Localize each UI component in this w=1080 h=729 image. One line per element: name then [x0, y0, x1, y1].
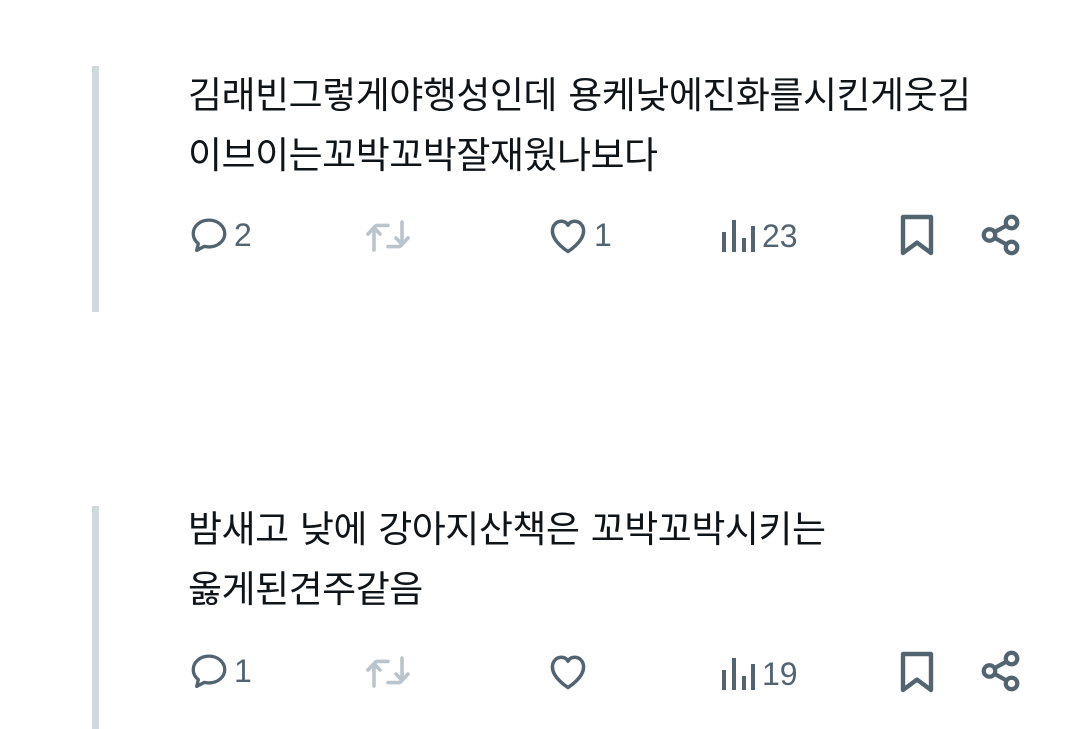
views-button[interactable]: 23: [718, 216, 798, 256]
bar-chart-icon: [722, 220, 755, 252]
post-text-line: 옳게된견주같음: [188, 568, 423, 611]
like-button[interactable]: [546, 650, 594, 692]
like-count: 1: [594, 216, 612, 253]
share-icon: [981, 214, 1020, 256]
reply-count: 2: [234, 216, 252, 253]
post[interactable]: 김래빈그렇게야행성인데 용케낮에진화를시킨게웃김 이브이는꼬박꼬박잘재웠나보다 …: [0, 0, 1080, 330]
bar-chart-icon: [722, 658, 755, 690]
reply-button[interactable]: 2: [188, 214, 252, 256]
speech-bubble-icon: [191, 654, 227, 689]
post-text-line: 이브이는꼬박꼬박잘재웠나보다: [188, 134, 658, 177]
bookmark-button[interactable]: [897, 212, 937, 258]
bookmark-button[interactable]: [897, 649, 937, 695]
speech-bubble-icon: [191, 218, 227, 253]
reply-button[interactable]: 1: [188, 650, 252, 692]
reply-count: 1: [234, 652, 252, 689]
heart-icon: [550, 219, 586, 254]
views-button[interactable]: 19: [718, 654, 798, 694]
repost-button[interactable]: [364, 652, 416, 692]
share-button[interactable]: [978, 212, 1024, 258]
post-text: 김래빈그렇게야행성인데 용케낮에진화를시킨게웃김 이브이는꼬박꼬박잘재웠나보다: [188, 66, 1048, 186]
view-count: 23: [762, 217, 798, 254]
like-button[interactable]: 1: [546, 214, 612, 256]
repost-arrows-icon: [366, 656, 410, 688]
bookmark-icon: [900, 214, 934, 256]
share-button[interactable]: [978, 648, 1024, 694]
heart-icon: [550, 655, 586, 690]
repost-button[interactable]: [364, 216, 416, 256]
post-text: 밤새고 낮에 강아지산책은 꼬박꼬박시키는 옳게된견주같음: [188, 500, 1048, 620]
repost-arrows-icon: [366, 220, 410, 252]
post-text-line: 김래빈그렇게야행성인데 용케낮에진화를시킨게웃김: [188, 74, 971, 117]
bookmark-icon: [900, 651, 934, 693]
view-count: 19: [762, 655, 798, 692]
thread-line: [92, 506, 99, 729]
share-icon: [981, 650, 1020, 692]
post-text-line: 밤새고 낮에 강아지산책은 꼬박꼬박시키는: [188, 508, 826, 551]
